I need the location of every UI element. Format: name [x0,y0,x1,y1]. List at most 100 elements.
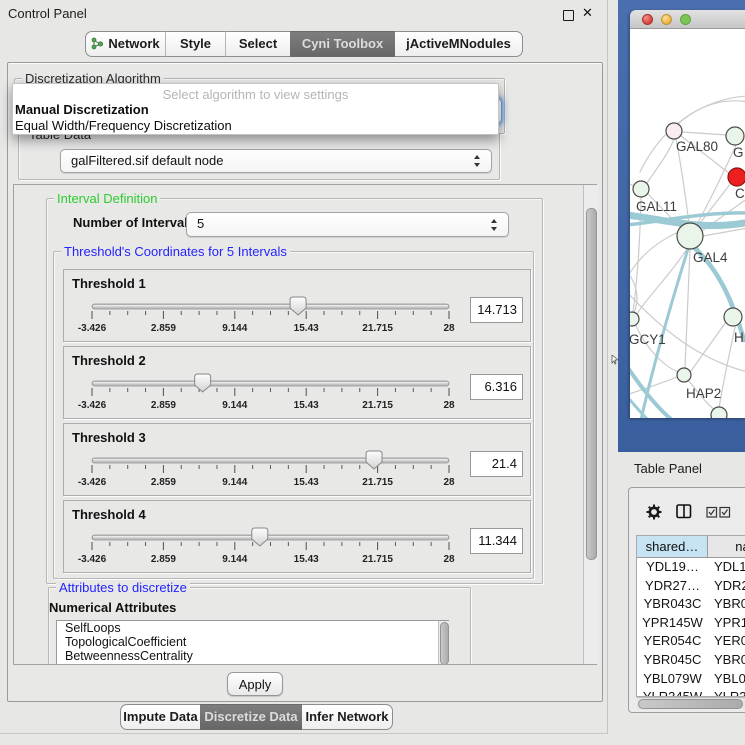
table-horizontal-scrollbar[interactable] [637,697,745,709]
threshold-value-field[interactable]: 6.316 [470,374,523,400]
threshold-label: Threshold 2 [72,353,146,368]
svg-text:2.859: 2.859 [151,477,176,488]
minimize-traffic-light[interactable] [661,14,672,25]
table-cell: YBR043C [637,595,708,614]
table-row[interactable]: YPR145WYPR1 [637,614,745,633]
list-item[interactable]: SelfLoops [57,621,448,635]
table-column-header[interactable]: shared… [637,536,708,558]
tab-style[interactable]: Style [165,31,225,57]
popup-item-manual-discretization[interactable]: Manual Discretization [13,102,498,118]
network-edge [697,183,731,227]
table-column-header[interactable]: na [708,536,745,558]
close-icon[interactable]: ✕ [582,5,593,21]
list-item[interactable]: TopologicalCoefficient [57,635,448,649]
settings-scroll-pane: Interval Definition Number of Intervals … [13,184,597,665]
network-edge [703,228,745,236]
network-node[interactable] [728,168,745,186]
threshold-value-field[interactable]: 11.344 [470,528,523,554]
threshold-value-field[interactable]: 14.713 [470,297,523,323]
network-node-label: GCY1 [630,332,666,347]
table-row[interactable]: YBR043CYBR0 [637,595,745,614]
threshold-slider[interactable]: -3.4262.8599.14415.4321.71528 [66,296,474,342]
window-title: Control Panel [8,6,87,21]
table-row[interactable]: YBR045CYBR0 [637,651,745,670]
float-window-icon[interactable] [563,10,574,21]
svg-text:9.144: 9.144 [222,554,247,565]
network-node[interactable] [677,223,703,249]
tab-discretize-data[interactable]: Discretize Data [200,704,302,730]
combo-arrows-icon [473,154,482,168]
number-of-intervals-combobox[interactable]: 5 [186,212,509,237]
list-item[interactable]: BetweennessCentrality [57,649,448,663]
table-row[interactable]: YBL079WYBL0 [637,670,745,689]
svg-text:15.43: 15.43 [294,477,319,488]
svg-text:28: 28 [443,323,455,334]
table-cell: YER0 [708,632,745,651]
interval-definition-label: Interval Definition [54,191,160,206]
table-cell: YDL1 [708,558,745,577]
apply-button[interactable]: Apply [227,672,283,696]
tab-cyni-toolbox[interactable]: Cyni Toolbox [290,31,395,57]
svg-text:-3.426: -3.426 [78,554,107,565]
tab-label: Impute Data [123,709,197,724]
node-attribute-table[interactable]: shared…naYDL19…YDL1YDR27…YDR2YBR043CYBR0… [636,535,745,697]
tab-label: Network [108,36,159,51]
network-window: GAL80GCGAL11GAL4GCY1HHAP2 [630,10,745,418]
svg-text:28: 28 [443,400,455,411]
network-node[interactable] [630,312,639,326]
close-traffic-light[interactable] [642,14,653,25]
threshold-label: Threshold 4 [72,507,146,522]
svg-text:28: 28 [443,554,455,565]
threshold-slider[interactable]: -3.4262.8599.14415.4321.71528 [66,373,474,419]
network-node[interactable] [666,123,682,139]
tab-infer-network[interactable]: Infer Network [302,704,393,730]
screenshot-stage: Control Panel ✕ Network Style Select Cyni T… [0,0,745,745]
network-edge [647,139,674,183]
threshold-slider[interactable]: -3.4262.8599.14415.4321.71528 [66,527,474,573]
svg-text:2.859: 2.859 [151,400,176,411]
numerical-attributes-list[interactable]: SelfLoopsTopologicalCoefficientBetweenne… [56,620,449,665]
tab-network[interactable]: Network [85,31,165,57]
table-row[interactable]: YLR345WYLR3 [637,688,745,697]
threshold-slider[interactable]: -3.4262.8599.14415.4321.71528 [66,450,474,496]
network-window-titlebar[interactable] [630,10,745,29]
table-cell: YPR145W [637,614,708,633]
network-node[interactable] [711,407,727,418]
checkbox-icon[interactable] [719,506,732,518]
table-row[interactable]: YER054CYER0 [637,632,745,651]
tab-label: Select [239,36,277,51]
table-panel-title: Table Panel [634,461,702,476]
threshold-row-3: Threshold 3-3.4262.8599.14415.4321.71528… [63,423,531,496]
checkbox-icon[interactable] [706,506,719,518]
network-node-label: HAP2 [686,386,721,401]
algorithm-dropdown-popup: Select algorithm to view settings Manual… [12,83,499,135]
table-cell: YPR1 [708,614,745,633]
columns-icon[interactable] [676,504,692,519]
table-data-combobox[interactable]: galFiltered.sif default node [60,149,492,173]
svg-text:21.715: 21.715 [362,400,393,411]
table-cell: YBR0 [708,595,745,614]
table-row[interactable]: YDL19…YDL1 [637,558,745,577]
network-node[interactable] [726,127,744,145]
gear-icon[interactable] [646,504,662,520]
network-node[interactable] [724,308,742,326]
bottom-tab-bar: Impute Data Discretize Data Infer Network [120,704,393,730]
tab-label: Discretize Data [204,709,297,724]
panel-vertical-scrollbar[interactable] [583,185,598,664]
threshold-value-field[interactable]: 21.4 [470,451,523,477]
network-canvas[interactable]: GAL80GCGAL11GAL4GCY1HHAP2 [630,29,745,418]
attributes-list-scrollbar[interactable] [438,621,449,665]
svg-text:15.43: 15.43 [294,400,319,411]
tab-jactivemnodules[interactable]: jActiveMNodules [395,31,523,57]
table-row[interactable]: YDR27…YDR2 [637,577,745,596]
network-node[interactable] [677,368,691,382]
network-node[interactable] [633,181,649,197]
tab-label: Cyni Toolbox [302,36,383,51]
tab-impute-data[interactable]: Impute Data [120,704,200,730]
popup-item-equal-width-frequency-discretization[interactable]: Equal Width/Frequency Discretization [13,118,498,134]
popup-placeholder-item[interactable]: Select algorithm to view settings [13,87,498,102]
tab-select[interactable]: Select [225,31,290,57]
zoom-traffic-light[interactable] [680,14,691,25]
table-cell: YLR345W [637,688,708,697]
number-of-intervals-label: Number of Intervals [73,215,195,230]
